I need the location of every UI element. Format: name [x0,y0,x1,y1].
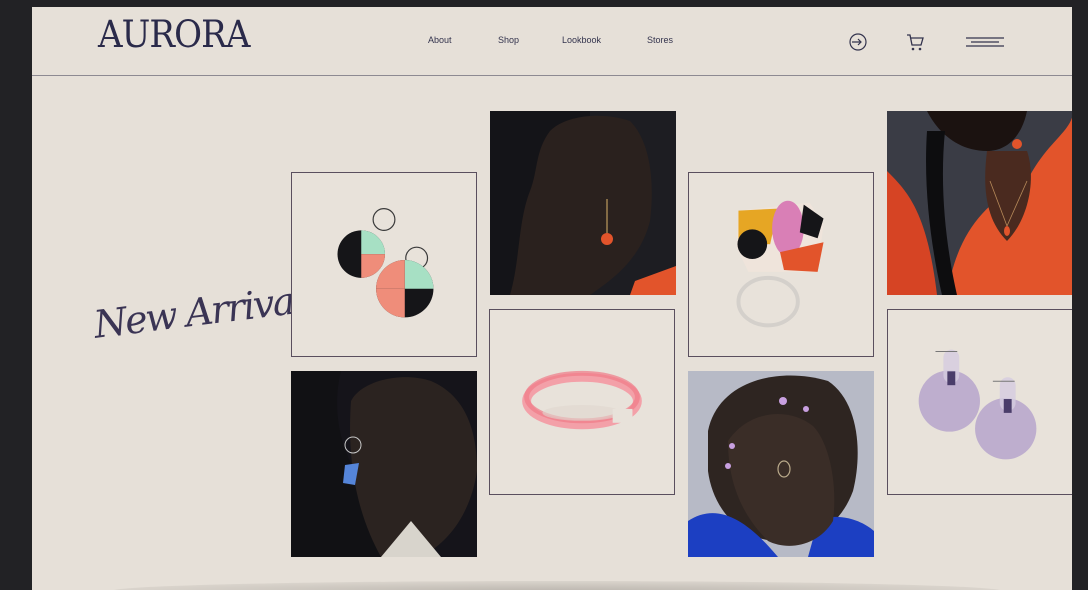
logo[interactable]: AURORA [98,13,250,56]
product-pink-bangle[interactable] [489,309,675,495]
nav-shop[interactable]: Shop [498,35,519,45]
new-arrivals-heading: New Arrivals [91,275,324,347]
product-lilac-disc-earrings[interactable] [887,309,1072,495]
nav-about[interactable]: About [428,35,452,45]
bottom-shadow [112,581,1002,590]
model-profile-red-earring[interactable] [490,111,676,295]
page: AURORA About Shop Lookbook Stores New Ar… [32,7,1072,590]
nav-stores[interactable]: Stores [647,35,673,45]
site-header: AURORA About Shop Lookbook Stores [32,7,1072,76]
model-orange-shirt[interactable] [887,111,1072,295]
model-hand-face[interactable] [688,371,874,557]
nav-lookbook[interactable]: Lookbook [562,35,601,45]
model-blue-earring[interactable] [291,371,477,557]
cart-icon[interactable] [904,31,926,53]
login-icon[interactable] [847,31,869,53]
product-acrylic-ring[interactable] [688,172,874,357]
hamburger-menu-icon[interactable] [966,31,1004,53]
product-earrings-color-block[interactable] [291,172,477,357]
